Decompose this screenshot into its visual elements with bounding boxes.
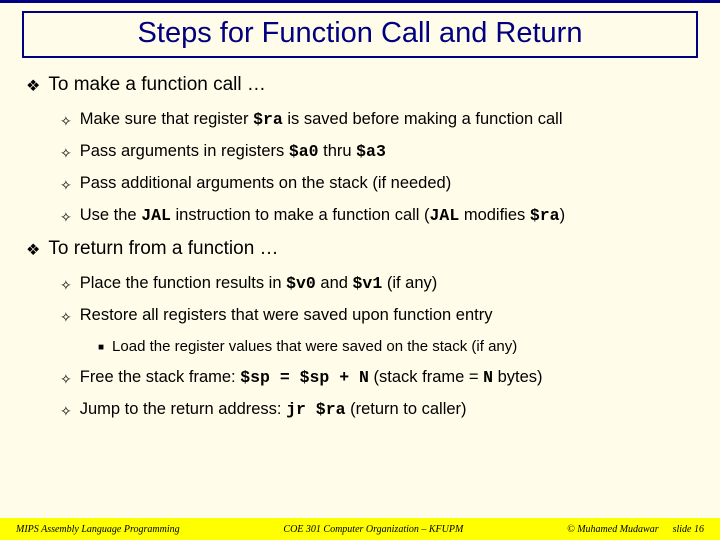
title-box: Steps for Function Call and Return [22,11,698,58]
list-item: ✧ Pass additional arguments on the stack… [60,174,694,196]
list-item: ✧ Make sure that register $ra is saved b… [60,110,694,132]
footer-author: © Muhamed Mudawar [567,524,658,535]
footer-slide-num: slide 16 [673,524,704,535]
diamond-open-bullet-icon: ✧ [60,142,72,164]
list-item: ✧ Jump to the return address: jr $ra (re… [60,400,694,422]
diamond-open-bullet-icon: ✧ [60,368,72,390]
item-text: Restore all registers that were saved up… [80,306,493,325]
diamond-bullet-icon: ❖ [26,238,40,264]
footer-left: MIPS Assembly Language Programming [16,524,180,535]
slide: Steps for Function Call and Return ❖ To … [0,0,720,540]
slide-title: Steps for Function Call and Return [24,17,696,50]
list-item: ✧ Pass arguments in registers $a0 thru $… [60,142,694,164]
item-text: Pass arguments in registers $a0 thru $a3 [80,142,386,161]
list-item: ✧ Restore all registers that were saved … [60,306,694,328]
diamond-open-bullet-icon: ✧ [60,110,72,132]
footer: MIPS Assembly Language Programming COE 3… [0,518,720,540]
square-bullet-icon: ■ [98,338,104,358]
diamond-open-bullet-icon: ✧ [60,274,72,296]
sub-list-item: ■ Load the register values that were sav… [98,338,694,358]
item-text: Free the stack frame: $sp = $sp + N (sta… [80,368,543,387]
heading-text: To make a function call … [48,74,266,96]
item-text: Place the function results in $v0 and $v… [80,274,438,293]
diamond-open-bullet-icon: ✧ [60,206,72,228]
section-heading: ❖ To return from a function … [26,238,694,264]
item-text: Make sure that register $ra is saved bef… [80,110,563,129]
diamond-bullet-icon: ❖ [26,74,40,100]
item-text: Jump to the return address: jr $ra (retu… [80,400,467,419]
diamond-open-bullet-icon: ✧ [60,400,72,422]
item-text: Pass additional arguments on the stack (… [80,174,451,193]
diamond-open-bullet-icon: ✧ [60,306,72,328]
item-text: Use the JAL instruction to make a functi… [80,206,565,225]
heading-text: To return from a function … [48,238,278,260]
diamond-open-bullet-icon: ✧ [60,174,72,196]
list-item: ✧ Free the stack frame: $sp = $sp + N (s… [60,368,694,390]
list-item: ✧ Use the JAL instruction to make a func… [60,206,694,228]
content-area: ❖ To make a function call … ✧ Make sure … [0,58,720,422]
section-heading: ❖ To make a function call … [26,74,694,100]
footer-right: © Muhamed Mudawar slide 16 [567,524,704,535]
item-text: Load the register values that were saved… [112,338,517,355]
footer-center: COE 301 Computer Organization – KFUPM [283,524,463,535]
list-item: ✧ Place the function results in $v0 and … [60,274,694,296]
